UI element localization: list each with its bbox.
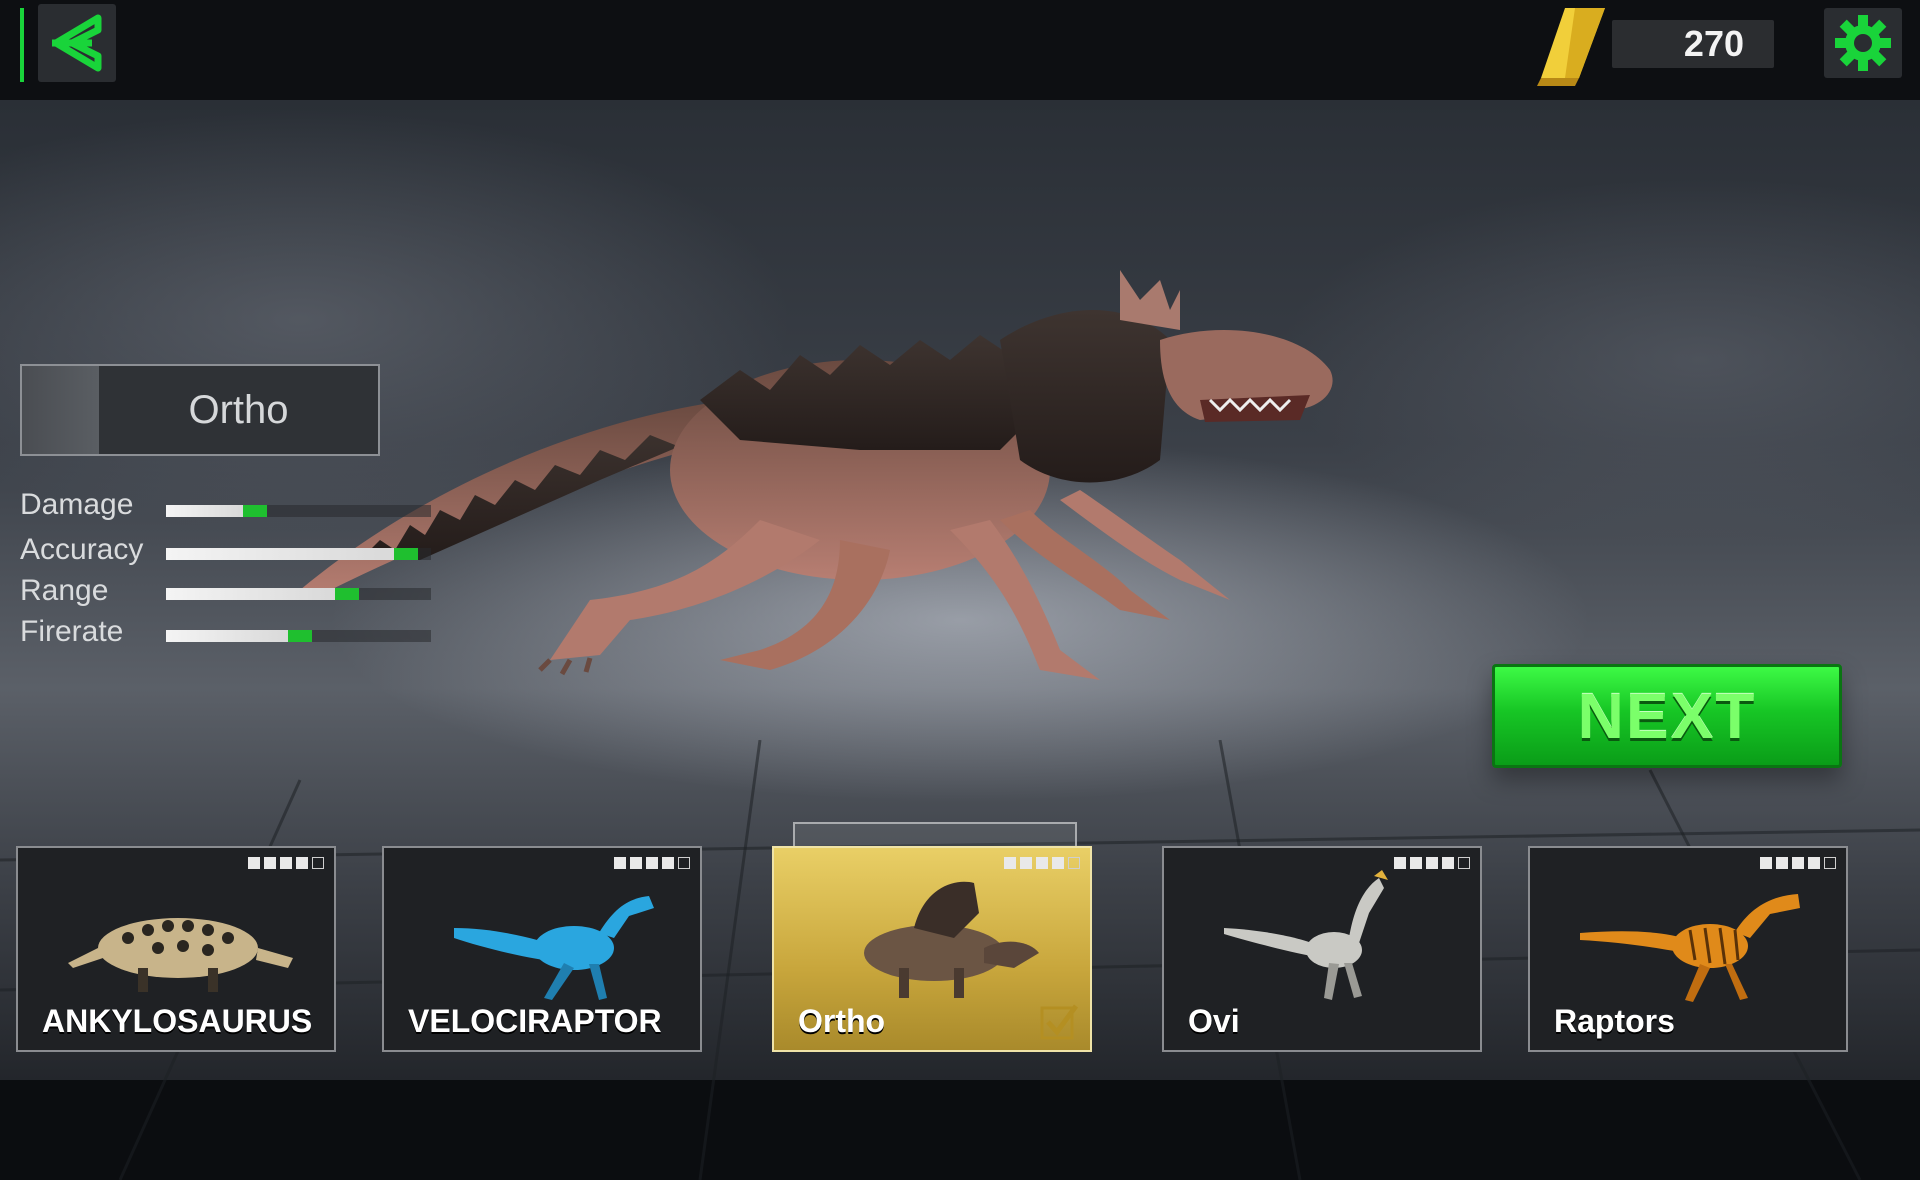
ortho-thumbnail bbox=[864, 881, 1039, 998]
settings-button[interactable] bbox=[1824, 8, 1902, 78]
rating-dot-empty bbox=[312, 857, 324, 869]
card-label: Ortho bbox=[798, 1003, 886, 1039]
dino-card-ankylosaurus[interactable]: ANKYLOSAURUS bbox=[16, 846, 336, 1052]
stat-fill bbox=[166, 548, 394, 560]
check-icon bbox=[1040, 1004, 1079, 1040]
dino-card-velociraptor[interactable]: VELOCIRAPTOR bbox=[382, 846, 702, 1052]
ankylosaurus-thumbnail bbox=[68, 918, 293, 992]
stat-fill bbox=[166, 588, 335, 600]
stat-fill bbox=[166, 505, 243, 517]
raptors-thumbnail bbox=[1580, 894, 1800, 1002]
next-button[interactable]: NEXT bbox=[1492, 664, 1842, 768]
dino-card-ortho[interactable]: Ortho bbox=[772, 846, 1092, 1052]
name-panel-stripe bbox=[22, 366, 99, 454]
rating-dot-empty bbox=[1068, 857, 1080, 869]
stat-bar-accuracy bbox=[166, 548, 431, 560]
stat-label-range: Range bbox=[20, 574, 109, 607]
gold-amount: 270 bbox=[1683, 23, 1744, 64]
stat-label-damage: Damage bbox=[20, 488, 134, 521]
card-label: Raptors bbox=[1554, 1003, 1675, 1039]
dino-card-ovi[interactable]: Ovi bbox=[1162, 846, 1482, 1052]
stat-label-firerate: Firerate bbox=[20, 615, 124, 648]
card-label: Ovi bbox=[1188, 1003, 1240, 1039]
stat-bar-range bbox=[166, 588, 431, 600]
top-bar: 270 bbox=[0, 0, 1920, 100]
card-label: VELOCIRAPTOR bbox=[408, 1003, 662, 1039]
hero-dinosaur-model bbox=[300, 270, 1333, 680]
velociraptor-thumbnail bbox=[454, 896, 654, 1000]
rating-dot-empty bbox=[1458, 857, 1470, 869]
stat-fill-accent bbox=[243, 505, 267, 517]
back-button[interactable] bbox=[38, 4, 116, 82]
stat-fill bbox=[166, 630, 288, 642]
stat-fill-accent bbox=[394, 548, 418, 560]
rating-dot-empty bbox=[678, 857, 690, 869]
dino-name: Ortho bbox=[188, 388, 289, 432]
dino-name-panel: Ortho bbox=[20, 364, 380, 456]
gear-icon bbox=[1835, 15, 1891, 71]
stat-fill-accent bbox=[288, 630, 312, 642]
ovi-thumbnail bbox=[1224, 870, 1388, 1000]
stat-label-accuracy: Accuracy bbox=[20, 533, 144, 566]
gold-bar-icon bbox=[1537, 8, 1605, 86]
next-button-label: NEXT bbox=[1577, 680, 1757, 752]
rating-dot-empty bbox=[1824, 857, 1836, 869]
dino-card-raptors[interactable]: Raptors bbox=[1528, 846, 1848, 1052]
back-accent-line bbox=[20, 8, 24, 82]
gold-counter: 270 bbox=[1612, 20, 1774, 68]
stat-bar-firerate bbox=[166, 630, 431, 642]
card-label: ANKYLOSAURUS bbox=[42, 1003, 313, 1039]
stat-fill-accent bbox=[335, 588, 359, 600]
stat-bar-damage bbox=[166, 505, 431, 517]
back-arrow-icon bbox=[52, 14, 102, 72]
